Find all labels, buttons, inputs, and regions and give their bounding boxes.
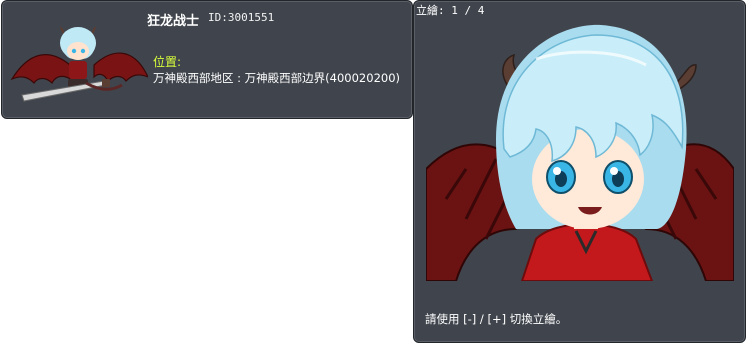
- standee-label: 立繪:: [416, 4, 445, 17]
- location-label: 位置:: [153, 55, 182, 69]
- standee-counter: 立繪: 1 / 4: [416, 2, 484, 18]
- npc-name: 狂龙战士: [147, 14, 200, 29]
- right-wing-icon: [93, 52, 148, 83]
- npc-id: ID:3001551: [208, 11, 274, 24]
- npc-id-value: 3001551: [227, 11, 275, 24]
- npc-id-label: ID:: [208, 11, 228, 24]
- standee-total: 4: [477, 4, 485, 17]
- standee-panel: 立繪: 1 / 4 請使用 [-] / [+] 切換立繪。: [413, 0, 746, 343]
- npc-portrait-image: [426, 24, 734, 281]
- npc-sprite-image: [10, 26, 148, 102]
- npc-info-panel: 狂龙战士 ID:3001551 位置: 万神殿西部地区 : 万神殿西部边界(40…: [1, 0, 413, 119]
- portrait-shirt: [520, 223, 654, 281]
- standee-hint: 請使用 [-] / [+] 切換立繪。: [425, 312, 568, 326]
- standee-current: 1: [451, 4, 458, 17]
- left-wing-icon: [10, 54, 71, 85]
- standee-separator: /: [464, 4, 472, 17]
- location-value: 万神殿西部地区 : 万神殿西部边界(400020200): [153, 71, 401, 85]
